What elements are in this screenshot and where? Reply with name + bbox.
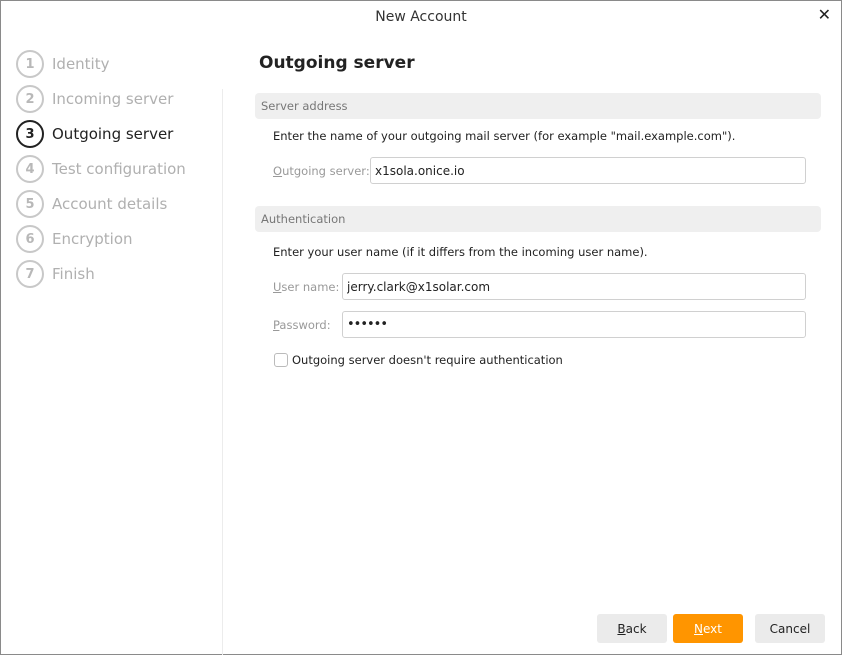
step-finish: 7 Finish [16,260,95,288]
step-label: Incoming server [52,90,173,108]
back-button[interactable]: Back [597,614,667,643]
step-identity: 1 Identity [16,50,110,78]
step-test-configuration: 4 Test configuration [16,155,186,183]
sidebar-divider [222,89,223,655]
button-mnemonic: B [617,622,625,636]
step-number: 7 [16,260,44,288]
step-label: Encryption [52,230,133,248]
step-outgoing-server: 3 Outgoing server [16,120,173,148]
next-button[interactable]: Next [673,614,743,643]
step-number: 1 [16,50,44,78]
password-input[interactable]: •••••• [342,311,806,338]
cancel-button[interactable]: Cancel [755,614,825,643]
step-number: 3 [16,120,44,148]
outgoing-server-label: Outgoing server: [273,164,370,178]
auth-instruction: Enter your user name (if it differs from… [273,245,648,259]
button-mnemonic: N [694,622,703,636]
step-label: Identity [52,55,110,73]
step-number: 4 [16,155,44,183]
close-icon[interactable]: ✕ [818,5,831,24]
button-label: ext [703,622,722,636]
outgoing-server-input[interactable] [370,157,806,184]
step-incoming-server: 2 Incoming server [16,85,173,113]
no-auth-checkbox-label[interactable]: Outgoing server doesn't require authenti… [292,353,563,367]
no-auth-checkbox[interactable] [274,353,288,367]
label-text: ser name: [281,280,339,294]
step-number: 5 [16,190,44,218]
step-label: Test configuration [52,160,186,178]
new-account-dialog: New Account ✕ 1 Identity 2 Incoming server… [0,0,842,655]
user-name-label: User name: [273,280,339,294]
authentication-header: Authentication [255,206,821,232]
step-number: 6 [16,225,44,253]
step-number: 2 [16,85,44,113]
page-title: Outgoing server [259,53,415,73]
step-encryption: 6 Encryption [16,225,133,253]
step-label: Outgoing server [52,125,173,143]
button-label: ack [626,622,647,636]
step-label: Account details [52,195,167,213]
label-text: utgoing server: [282,164,370,178]
server-address-header: Server address [255,93,821,119]
step-account-details: 5 Account details [16,190,167,218]
label-mnemonic: O [273,164,282,178]
step-label: Finish [52,265,95,283]
server-instruction: Enter the name of your outgoing mail ser… [273,129,735,143]
password-label: Password: [273,318,331,332]
window-title: New Account [1,9,841,25]
user-name-input[interactable] [342,273,806,300]
label-text: assword: [279,318,330,332]
